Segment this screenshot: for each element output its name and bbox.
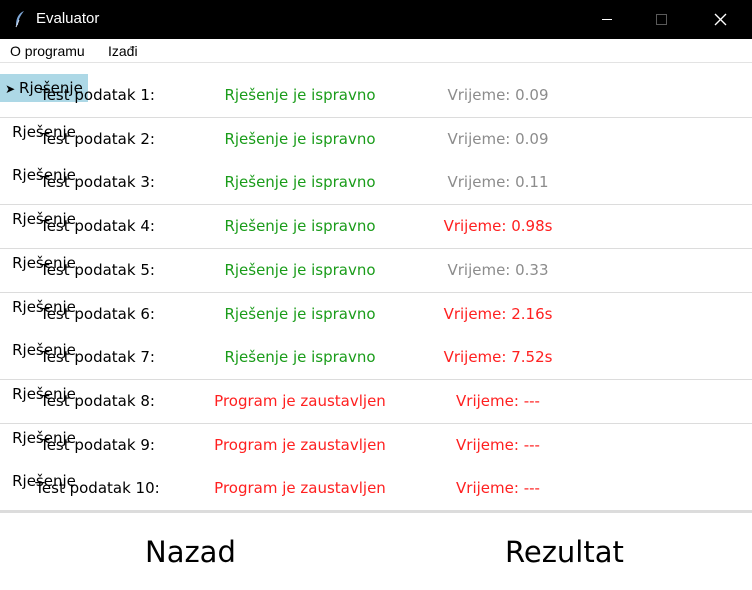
menu-o-programu[interactable]: O programu bbox=[10, 43, 85, 59]
test-row: Test podatak 7: Rješenje je ispravno Vrije… bbox=[0, 336, 752, 383]
test-row: Test podatak 1: Rješenje je ispravno Vrije… bbox=[0, 74, 752, 120]
test-label: Test podatak 10: bbox=[35, 479, 160, 498]
feather-icon bbox=[15, 11, 24, 28]
test-row: Test podatak 4: Rješenje je ispravno Vrije… bbox=[0, 205, 752, 252]
test-time: Vrijeme: 0.11 bbox=[447, 173, 549, 192]
minimize-button[interactable] bbox=[584, 0, 630, 39]
test-status: Rješenje je ispravno bbox=[224, 86, 376, 104]
test-status: Rješenje je ispravno bbox=[224, 348, 376, 367]
close-icon bbox=[714, 13, 727, 26]
test-time: Vrijeme: 0.98s bbox=[443, 217, 553, 236]
test-label: Test podatak 5: bbox=[40, 260, 155, 279]
test-label: Test podatak 4: bbox=[40, 217, 155, 236]
test-status: Program je zaustavljen bbox=[214, 479, 386, 498]
test-status: Program je zaustavljen bbox=[214, 435, 386, 454]
test-row: Test podatak 2: Rješenje je ispravno Vrije… bbox=[0, 117, 752, 164]
title-bar: Evaluator bbox=[0, 0, 752, 39]
test-time: Vrijeme: 0.09 bbox=[447, 129, 549, 148]
test-time: Vrijeme: --- bbox=[456, 391, 540, 410]
test-time: Vrijeme: --- bbox=[456, 435, 540, 454]
test-status: Rješenje je ispravno bbox=[224, 260, 376, 279]
test-label: Test podatak 8: bbox=[40, 391, 155, 410]
close-button[interactable] bbox=[697, 0, 743, 39]
test-label: Test podatak 2: bbox=[40, 129, 155, 148]
test-status: Rješenje je ispravno bbox=[224, 304, 376, 323]
minimize-icon bbox=[602, 19, 612, 20]
test-row: Test podatak 5: Rješenje je ispravno Vrije… bbox=[0, 248, 752, 295]
test-row: Test podatak 6: Rješenje je ispravno Vrije… bbox=[0, 292, 752, 339]
test-label: Test podatak 1: bbox=[40, 86, 155, 104]
test-row: Test podatak 3: Rješenje je ispravno Vrije… bbox=[0, 161, 752, 208]
test-status: Rješenje je ispravno bbox=[224, 173, 376, 192]
test-time: Vrijeme: 0.33 bbox=[447, 260, 549, 279]
back-button[interactable]: Nazad bbox=[145, 535, 236, 569]
menu-izadi[interactable]: Izađi bbox=[108, 43, 138, 59]
test-status: Rješenje je ispravno bbox=[224, 129, 376, 148]
test-status: Rješenje je ispravno bbox=[224, 217, 376, 236]
test-status: Program je zaustavljen bbox=[214, 391, 386, 410]
test-label: Test podatak 9: bbox=[40, 435, 155, 454]
test-time: Vrijeme: --- bbox=[456, 479, 540, 498]
test-time: Vrijeme: 2.16s bbox=[443, 304, 553, 323]
test-row: Test podatak 9: Program je zaustavljen Vri… bbox=[0, 423, 752, 470]
maximize-icon bbox=[656, 14, 667, 25]
result-button[interactable]: Rezultat bbox=[505, 535, 624, 569]
menu-bar: O programu Izađi bbox=[0, 39, 752, 63]
test-row: Test podatak 10: Program je zaustavljen Vr… bbox=[0, 467, 752, 514]
test-time: Vrijeme: 7.52s bbox=[443, 348, 553, 367]
maximize-button[interactable] bbox=[639, 0, 685, 39]
test-label: Test podatak 6: bbox=[40, 304, 155, 323]
test-row: Test podatak 8: Program je zaustavljen Vri… bbox=[0, 379, 752, 426]
test-label: Test podatak 3: bbox=[40, 173, 155, 192]
test-label: Test podatak 7: bbox=[40, 348, 155, 367]
test-time: Vrijeme: 0.09 bbox=[447, 86, 549, 104]
window-title: Evaluator bbox=[36, 10, 100, 27]
